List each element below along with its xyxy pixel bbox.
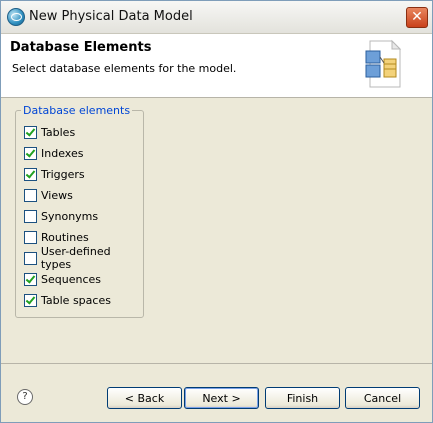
checkbox-item[interactable]: Indexes [24, 146, 83, 160]
checkbox[interactable] [24, 188, 37, 202]
finish-button[interactable]: Finish [265, 387, 340, 409]
checkbox[interactable] [24, 209, 37, 223]
checkbox-label: Table spaces [41, 293, 111, 307]
checkbox-label: Routines [41, 230, 89, 244]
checkbox-item[interactable]: User-defined types [24, 245, 143, 271]
back-button[interactable]: < Back [107, 387, 182, 409]
checkbox-label: Views [41, 188, 73, 202]
checkbox[interactable] [24, 167, 37, 181]
checkbox-item[interactable]: Routines [24, 230, 89, 244]
checkbox-item[interactable]: Tables [24, 125, 75, 139]
checkbox-label: Triggers [41, 167, 85, 181]
cancel-button[interactable]: Cancel [345, 387, 420, 409]
checkbox[interactable] [24, 251, 37, 265]
checkbox[interactable] [24, 125, 37, 139]
wizard-window: New Physical Data Model ✕ Database Eleme… [0, 0, 433, 423]
checkbox-label: Synonyms [41, 209, 99, 223]
checkbox-item[interactable]: Sequences [24, 272, 101, 286]
page-description: Select database elements for the model. [12, 62, 237, 75]
help-button[interactable]: ? [17, 389, 33, 405]
cancel-label: Cancel [363, 391, 402, 405]
checkbox-item[interactable]: Views [24, 188, 73, 202]
checkbox[interactable] [24, 293, 37, 307]
back-label: < Back [124, 391, 165, 405]
finish-label: Finish [286, 391, 319, 405]
checkbox-label: User-defined types [40, 245, 111, 271]
page-title: Database Elements [10, 40, 152, 55]
next-button[interactable]: Next > [184, 387, 259, 409]
checkbox-label: Tables [41, 125, 76, 139]
checkbox-item[interactable]: Triggers [24, 167, 85, 181]
checkbox[interactable] [24, 230, 37, 244]
wizard-header: Database Elements Select database elemen… [1, 34, 432, 98]
group-label: Database elements [21, 104, 133, 117]
checkbox-label: Indexes [41, 146, 84, 160]
wizard-body: Database elements Tables Indexes Triggers V… [1, 98, 432, 363]
database-elements-group: Database elements Tables Indexes Triggers V… [15, 104, 144, 318]
checkbox-label: Sequences [41, 272, 101, 286]
app-globe-icon [7, 8, 25, 26]
title-bar: New Physical Data Model ✕ [1, 1, 432, 34]
separator [1, 363, 432, 364]
checkbox-item[interactable]: Synonyms [24, 209, 98, 223]
checkbox[interactable] [24, 146, 37, 160]
window-title: New Physical Data Model [29, 9, 193, 24]
data-model-wizard-icon [365, 39, 402, 88]
checkbox-item[interactable]: Table spaces [24, 293, 111, 307]
checkbox[interactable] [24, 272, 37, 286]
next-label: Next > [202, 391, 241, 405]
close-button[interactable]: ✕ [406, 7, 428, 28]
